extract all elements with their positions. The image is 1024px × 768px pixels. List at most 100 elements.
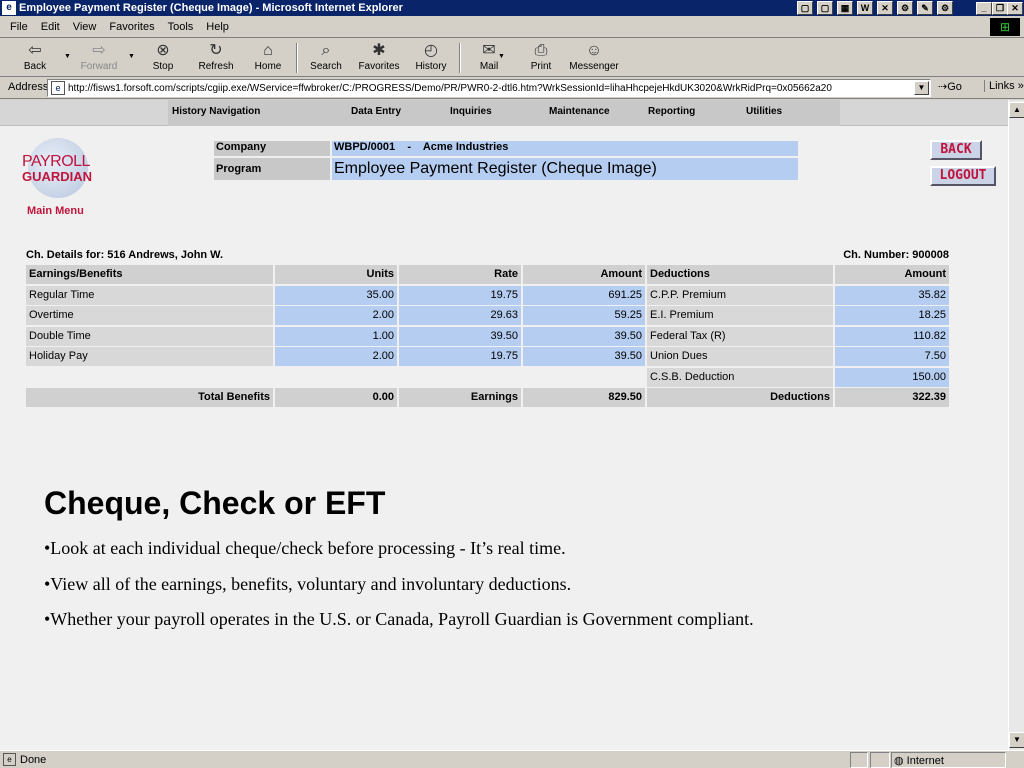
earning-amount: 691.25 <box>523 285 645 305</box>
address-input[interactable]: e http://fisws1.forsoft.com/scripts/cgii… <box>47 79 931 97</box>
total-benefits-label: Total Benefits <box>26 388 273 407</box>
address-url[interactable]: http://fisws1.forsoft.com/scripts/cgiip.… <box>68 83 914 94</box>
tray-icon-7[interactable]: ✎ <box>917 1 933 15</box>
deduction-amount: 7.50 <box>835 347 949 366</box>
logout-button[interactable]: LOGOUT <box>930 166 996 186</box>
minimize-button[interactable]: _ <box>976 2 992 15</box>
bullet-point: •Whether your payroll operates in the U.… <box>44 609 754 629</box>
stop-button[interactable]: ⊗ Stop <box>138 41 188 75</box>
forward-button[interactable]: ⇨ Forward <box>74 41 124 75</box>
search-icon: ⌕ <box>321 42 331 59</box>
messenger-button[interactable]: ☺ Messenger <box>566 41 622 75</box>
favorites-button[interactable]: ✱ Favorites <box>354 41 404 75</box>
deduction-name: C.P.P. Premium <box>647 285 833 305</box>
history-button[interactable]: ◴ History <box>406 41 456 75</box>
deduction-name: Union Dues <box>647 347 833 366</box>
tray-icon-6[interactable]: ⚙ <box>897 1 913 15</box>
print-button[interactable]: ⎙ Print <box>516 41 566 75</box>
earning-name: Regular Time <box>26 285 273 305</box>
deduction-name: E.I. Premium <box>647 306 833 325</box>
menu-help[interactable]: Help <box>206 21 229 33</box>
back-button[interactable]: ⇦ Back <box>10 41 60 75</box>
nav-history-navigation[interactable]: History Navigation <box>172 106 260 117</box>
earning-units: 1.00 <box>275 326 397 346</box>
nav-inquiries[interactable]: Inquiries <box>450 106 492 117</box>
back-dropdown-icon[interactable]: ▼ <box>64 53 71 60</box>
title-bar: e Employee Payment Register (Cheque Imag… <box>0 0 1024 16</box>
search-button[interactable]: ⌕ Search <box>301 41 351 75</box>
tray-icon-5[interactable]: ✕ <box>877 1 893 15</box>
nav-reporting[interactable]: Reporting <box>648 106 695 117</box>
toolbar: ⇦ Back ▼ ⇨ Forward ▼ ⊗ Stop ↻ Refresh ⌂ … <box>0 39 1024 77</box>
payroll-guardian-logo[interactable]: PAYROLL GUARDIAN <box>22 138 94 208</box>
page-content: History Navigation Data Entry Inquiries … <box>0 100 1008 750</box>
earning-name: Holiday Pay <box>26 347 273 366</box>
app-nav-bar: History Navigation Data Entry Inquiries … <box>0 100 1008 126</box>
address-bar: Address e http://fisws1.forsoft.com/scri… <box>0 77 1024 99</box>
stop-icon: ⊗ <box>156 42 170 59</box>
earning-amount: 39.50 <box>523 347 645 366</box>
tray-icon-8[interactable]: ⚙ <box>937 1 953 15</box>
address-dropdown-icon[interactable]: ▼ <box>914 81 929 95</box>
windows-logo-icon: ⊞ <box>990 18 1020 36</box>
program-label: Program <box>214 158 330 180</box>
tray-icon-3[interactable]: ▦ <box>837 1 853 15</box>
menu-favorites[interactable]: Favorites <box>109 21 154 33</box>
messenger-icon: ☺ <box>585 42 603 59</box>
toolbar-separator <box>459 43 461 73</box>
links-button[interactable]: Links » <box>984 80 1024 92</box>
deduction-name: C.S.B. Deduction <box>647 367 833 387</box>
earning-units: 2.00 <box>275 306 397 325</box>
nav-maintenance[interactable]: Maintenance <box>549 106 610 117</box>
company-value: WBPD/0001 - Acme Industries <box>332 141 798 156</box>
nav-utilities[interactable]: Utilities <box>746 106 782 117</box>
total-deductions-value: 322.39 <box>835 388 949 407</box>
scroll-down-icon[interactable]: ▼ <box>1009 732 1024 748</box>
tray-icon-2[interactable]: ▢ <box>817 1 833 15</box>
earning-rate: 29.63 <box>399 306 521 325</box>
page-icon: e <box>51 81 65 95</box>
status-text: Done <box>20 754 47 766</box>
go-button[interactable]: ⇢Go <box>938 80 962 93</box>
earning-units: 35.00 <box>275 285 397 305</box>
status-pane <box>850 752 868 768</box>
go-arrow-icon: ⇢ <box>938 81 948 93</box>
status-bar: e Done ◍ Internet <box>0 750 1024 768</box>
mail-dropdown-icon[interactable]: ▼ <box>498 53 505 60</box>
total-earnings-value: 829.50 <box>523 388 645 407</box>
vertical-scrollbar[interactable]: ▲ ▼ <box>1008 100 1024 750</box>
deduction-amount: 110.82 <box>835 326 949 346</box>
nav-data-entry[interactable]: Data Entry <box>351 106 401 117</box>
close-button[interactable]: ✕ <box>1007 2 1023 15</box>
scroll-up-icon[interactable]: ▲ <box>1009 102 1024 118</box>
back-arrow-icon: ⇦ <box>28 42 42 59</box>
back-page-button[interactable]: BACK <box>930 140 982 160</box>
app-nav-inner <box>168 100 840 126</box>
cheque-details-label: Ch. Details for: 516 Andrews, John W. <box>26 249 224 261</box>
forward-dropdown-icon[interactable]: ▼ <box>128 53 135 60</box>
total-earnings-label: Earnings <box>399 388 521 407</box>
main-menu-link[interactable]: Main Menu <box>27 205 84 217</box>
menu-edit[interactable]: Edit <box>41 21 60 33</box>
restore-button[interactable]: ❐ <box>992 2 1008 15</box>
deduction-amount: 18.25 <box>835 306 949 325</box>
mail-button[interactable]: ✉ Mail <box>464 41 514 75</box>
tray-icon-1[interactable]: ▢ <box>797 1 813 15</box>
column-header: Amount <box>835 265 949 284</box>
deduction-name: Federal Tax (R) <box>647 326 833 346</box>
total-benefits-value: 0.00 <box>275 388 397 407</box>
column-header: Earnings/Benefits <box>26 265 273 284</box>
internet-zone: ◍ Internet <box>894 755 944 767</box>
menu-view[interactable]: View <box>73 21 97 33</box>
home-button[interactable]: ⌂ Home <box>243 41 293 75</box>
tray-icon-4[interactable]: W <box>857 1 873 15</box>
refresh-button[interactable]: ↻ Refresh <box>191 41 241 75</box>
earning-units: 2.00 <box>275 347 397 366</box>
earning-rate: 39.50 <box>399 326 521 346</box>
refresh-icon: ↻ <box>209 42 223 59</box>
menu-file[interactable]: File <box>10 21 28 33</box>
menu-tools[interactable]: Tools <box>168 21 194 33</box>
earning-amount: 59.25 <box>523 306 645 325</box>
printer-icon: ⎙ <box>534 42 548 59</box>
column-header: Deductions <box>647 265 833 284</box>
